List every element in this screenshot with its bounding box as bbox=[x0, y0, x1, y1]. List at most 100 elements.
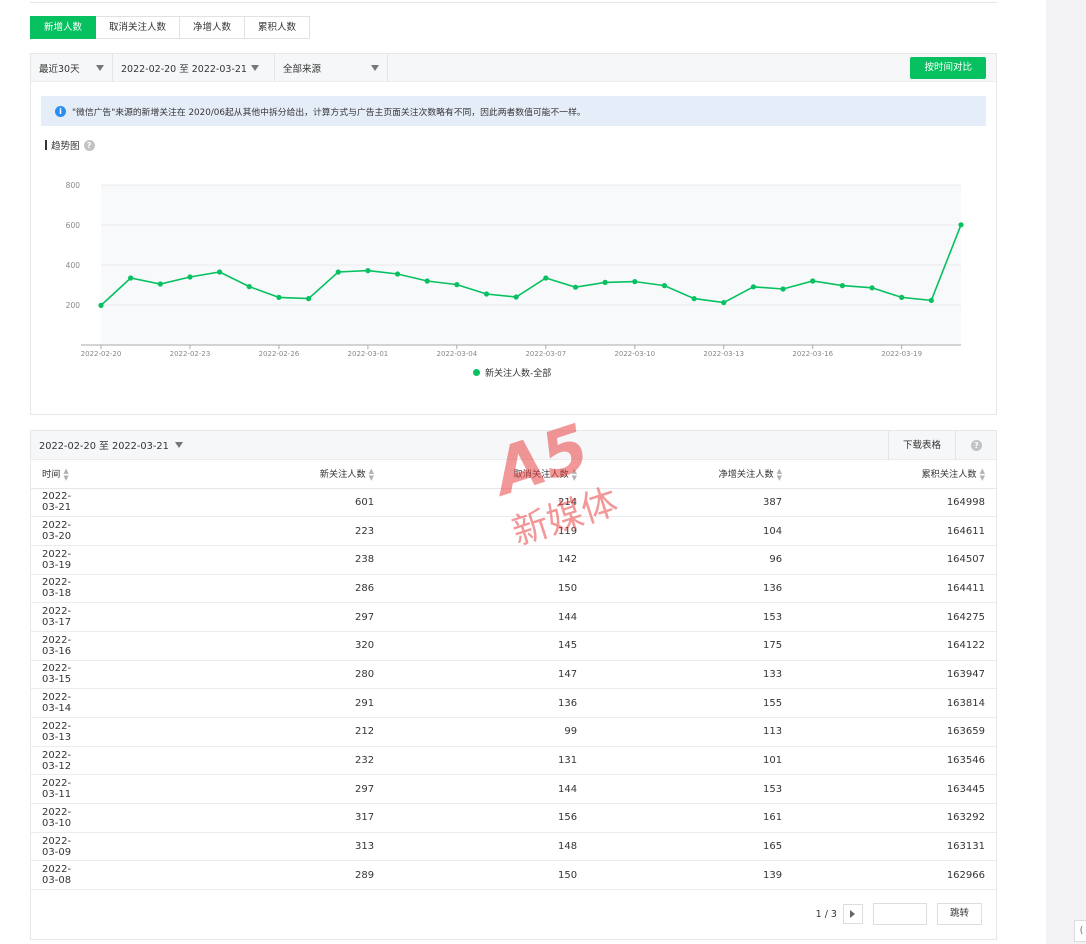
chevron-down-icon bbox=[174, 442, 183, 448]
cell-cumulative: 163131 bbox=[793, 832, 996, 862]
cell-new: 212 bbox=[71, 717, 386, 747]
col-cancel-label: 取消关注人数 bbox=[513, 469, 569, 480]
cell-cancel: 148 bbox=[385, 832, 589, 862]
cell-date: 2022-03-18 bbox=[31, 574, 72, 604]
cell-net: 165 bbox=[588, 832, 794, 862]
y-tick-label: 200 bbox=[66, 301, 81, 310]
col-new-followers[interactable]: 新关注人数 ▲ ▼ bbox=[71, 460, 386, 489]
data-table-card: 2022-02-20 至 2022-03-21 下载表格 ? 时间 ▲ ▼ 新关注人… bbox=[30, 430, 997, 940]
source-select-value: 全部来源 bbox=[283, 63, 322, 75]
date-range-select[interactable]: 2022-02-20 至 2022-03-21 bbox=[113, 53, 275, 82]
data-point bbox=[513, 294, 519, 300]
page-number-input[interactable] bbox=[872, 903, 927, 925]
col-cumulative[interactable]: 累积关注人数 ▲ ▼ bbox=[793, 460, 996, 489]
data-point bbox=[187, 274, 193, 280]
cell-cancel: 144 bbox=[385, 774, 589, 805]
cell-cumulative: 163947 bbox=[793, 660, 996, 690]
cell-net: 153 bbox=[588, 602, 794, 632]
info-icon: i bbox=[55, 105, 66, 117]
cell-cancel: 156 bbox=[385, 803, 589, 833]
col-date-label: 时间 bbox=[42, 469, 61, 480]
data-point bbox=[157, 281, 163, 287]
cell-new: 297 bbox=[71, 602, 386, 632]
sort-icon: ▲ ▼ bbox=[571, 466, 578, 482]
cell-net: 101 bbox=[588, 746, 794, 776]
cell-net: 104 bbox=[588, 516, 794, 546]
source-select[interactable]: 全部来源 bbox=[275, 53, 388, 82]
cell-cumulative: 163546 bbox=[793, 746, 996, 776]
data-point bbox=[869, 285, 875, 291]
help-icon[interactable]: ? bbox=[971, 440, 982, 451]
cell-net: 96 bbox=[588, 545, 794, 575]
jump-button[interactable]: 跳转 bbox=[936, 903, 982, 925]
tab-cumulative[interactable]: 累积人数 bbox=[245, 16, 311, 39]
period-select[interactable]: 最近30天 bbox=[31, 53, 113, 82]
data-point bbox=[632, 279, 638, 285]
sort-icon: ▲ ▼ bbox=[979, 466, 985, 482]
notice-text: "微信广告"来源的新增关注在 2020/06起从其他中拆分给出，计算方式与广告主… bbox=[72, 107, 586, 118]
legend-label: 新关注人数-全部 bbox=[485, 369, 552, 379]
chart-legend[interactable]: 新关注人数-全部 bbox=[473, 366, 551, 379]
cell-net: 136 bbox=[588, 574, 794, 604]
table-date-range-select[interactable]: 2022-02-20 至 2022-03-21 bbox=[31, 438, 183, 452]
cell-new: 317 bbox=[71, 803, 386, 833]
table-row: 2022-03-09 313 148 165 163131 bbox=[31, 832, 996, 862]
side-toggle-button[interactable]: ( bbox=[1074, 920, 1086, 942]
cell-net: 153 bbox=[588, 774, 794, 805]
x-tick-label: 2022-03-19 bbox=[881, 350, 922, 358]
cell-new: 286 bbox=[71, 574, 386, 604]
cell-new: 280 bbox=[71, 660, 386, 690]
data-point bbox=[721, 300, 727, 306]
col-unfollowers[interactable]: 取消关注人数 ▲ ▼ bbox=[385, 460, 589, 489]
table-row: 2022-03-19 238 142 96 164507 bbox=[31, 545, 996, 575]
data-point bbox=[543, 275, 549, 281]
data-point bbox=[899, 294, 905, 300]
data-point bbox=[661, 283, 668, 289]
cell-net: 175 bbox=[588, 631, 794, 661]
cell-cumulative: 164998 bbox=[793, 488, 996, 518]
sort-icon: ▲ ▼ bbox=[63, 466, 69, 482]
cell-cumulative: 163814 bbox=[793, 688, 996, 718]
metric-tabs: 新增人数 取消关注人数 净增人数 累积人数 bbox=[30, 16, 311, 39]
data-point bbox=[839, 283, 845, 289]
data-point bbox=[98, 302, 104, 308]
col-net-growth[interactable]: 净增关注人数 ▲ ▼ bbox=[588, 460, 794, 489]
cell-cancel: 119 bbox=[385, 516, 589, 546]
cell-date: 2022-03-09 bbox=[31, 832, 72, 862]
compare-by-time-button[interactable]: 按时间对比 bbox=[910, 57, 986, 79]
cell-date: 2022-03-21 bbox=[31, 488, 72, 518]
data-point bbox=[483, 291, 490, 297]
legend-swatch bbox=[473, 369, 480, 376]
cell-new: 232 bbox=[71, 746, 386, 776]
pagination: 1 / 3 跳转 bbox=[816, 903, 982, 925]
table-date-range-value: 2022-02-20 至 2022-03-21 bbox=[39, 441, 169, 452]
next-page-button[interactable] bbox=[842, 904, 863, 924]
cell-date: 2022-03-15 bbox=[31, 660, 72, 690]
cell-cancel: 150 bbox=[385, 574, 589, 604]
x-tick-label: 2022-02-23 bbox=[170, 350, 211, 358]
cell-net: 155 bbox=[588, 688, 794, 718]
x-tick-label: 2022-03-04 bbox=[437, 350, 478, 358]
cell-date: 2022-03-16 bbox=[31, 631, 72, 661]
table-row: 2022-03-18 286 150 136 164411 bbox=[31, 574, 996, 604]
tab-unfollowers[interactable]: 取消关注人数 bbox=[96, 16, 181, 39]
x-tick-label: 2022-03-16 bbox=[792, 350, 833, 358]
help-icon[interactable]: ? bbox=[83, 139, 95, 151]
chevron-right-icon bbox=[850, 910, 856, 918]
cell-date: 2022-03-13 bbox=[31, 717, 72, 747]
cell-date: 2022-03-14 bbox=[31, 688, 72, 718]
cell-date: 2022-03-19 bbox=[31, 545, 72, 575]
tab-new-followers[interactable]: 新增人数 bbox=[30, 16, 97, 39]
cell-new: 297 bbox=[71, 774, 386, 805]
chevron-down-icon bbox=[371, 64, 379, 71]
cell-cumulative: 163445 bbox=[793, 774, 996, 805]
tab-net-growth[interactable]: 净增人数 bbox=[180, 16, 246, 39]
col-date[interactable]: 时间 ▲ ▼ bbox=[31, 460, 72, 489]
cell-net: 133 bbox=[588, 660, 794, 690]
download-table-button[interactable]: 下载表格 bbox=[887, 431, 956, 460]
cell-cumulative: 162966 bbox=[793, 860, 996, 891]
table-header-row: 时间 ▲ ▼ 新关注人数 ▲ ▼ 取消关注人数 ▲ ▼ 净增关注人数 ▲ ▼ 累积关注人数 ▲ ▼ bbox=[31, 460, 996, 489]
data-point bbox=[365, 268, 371, 274]
x-tick-label: 2022-02-26 bbox=[259, 350, 300, 358]
cell-new: 223 bbox=[71, 516, 386, 546]
